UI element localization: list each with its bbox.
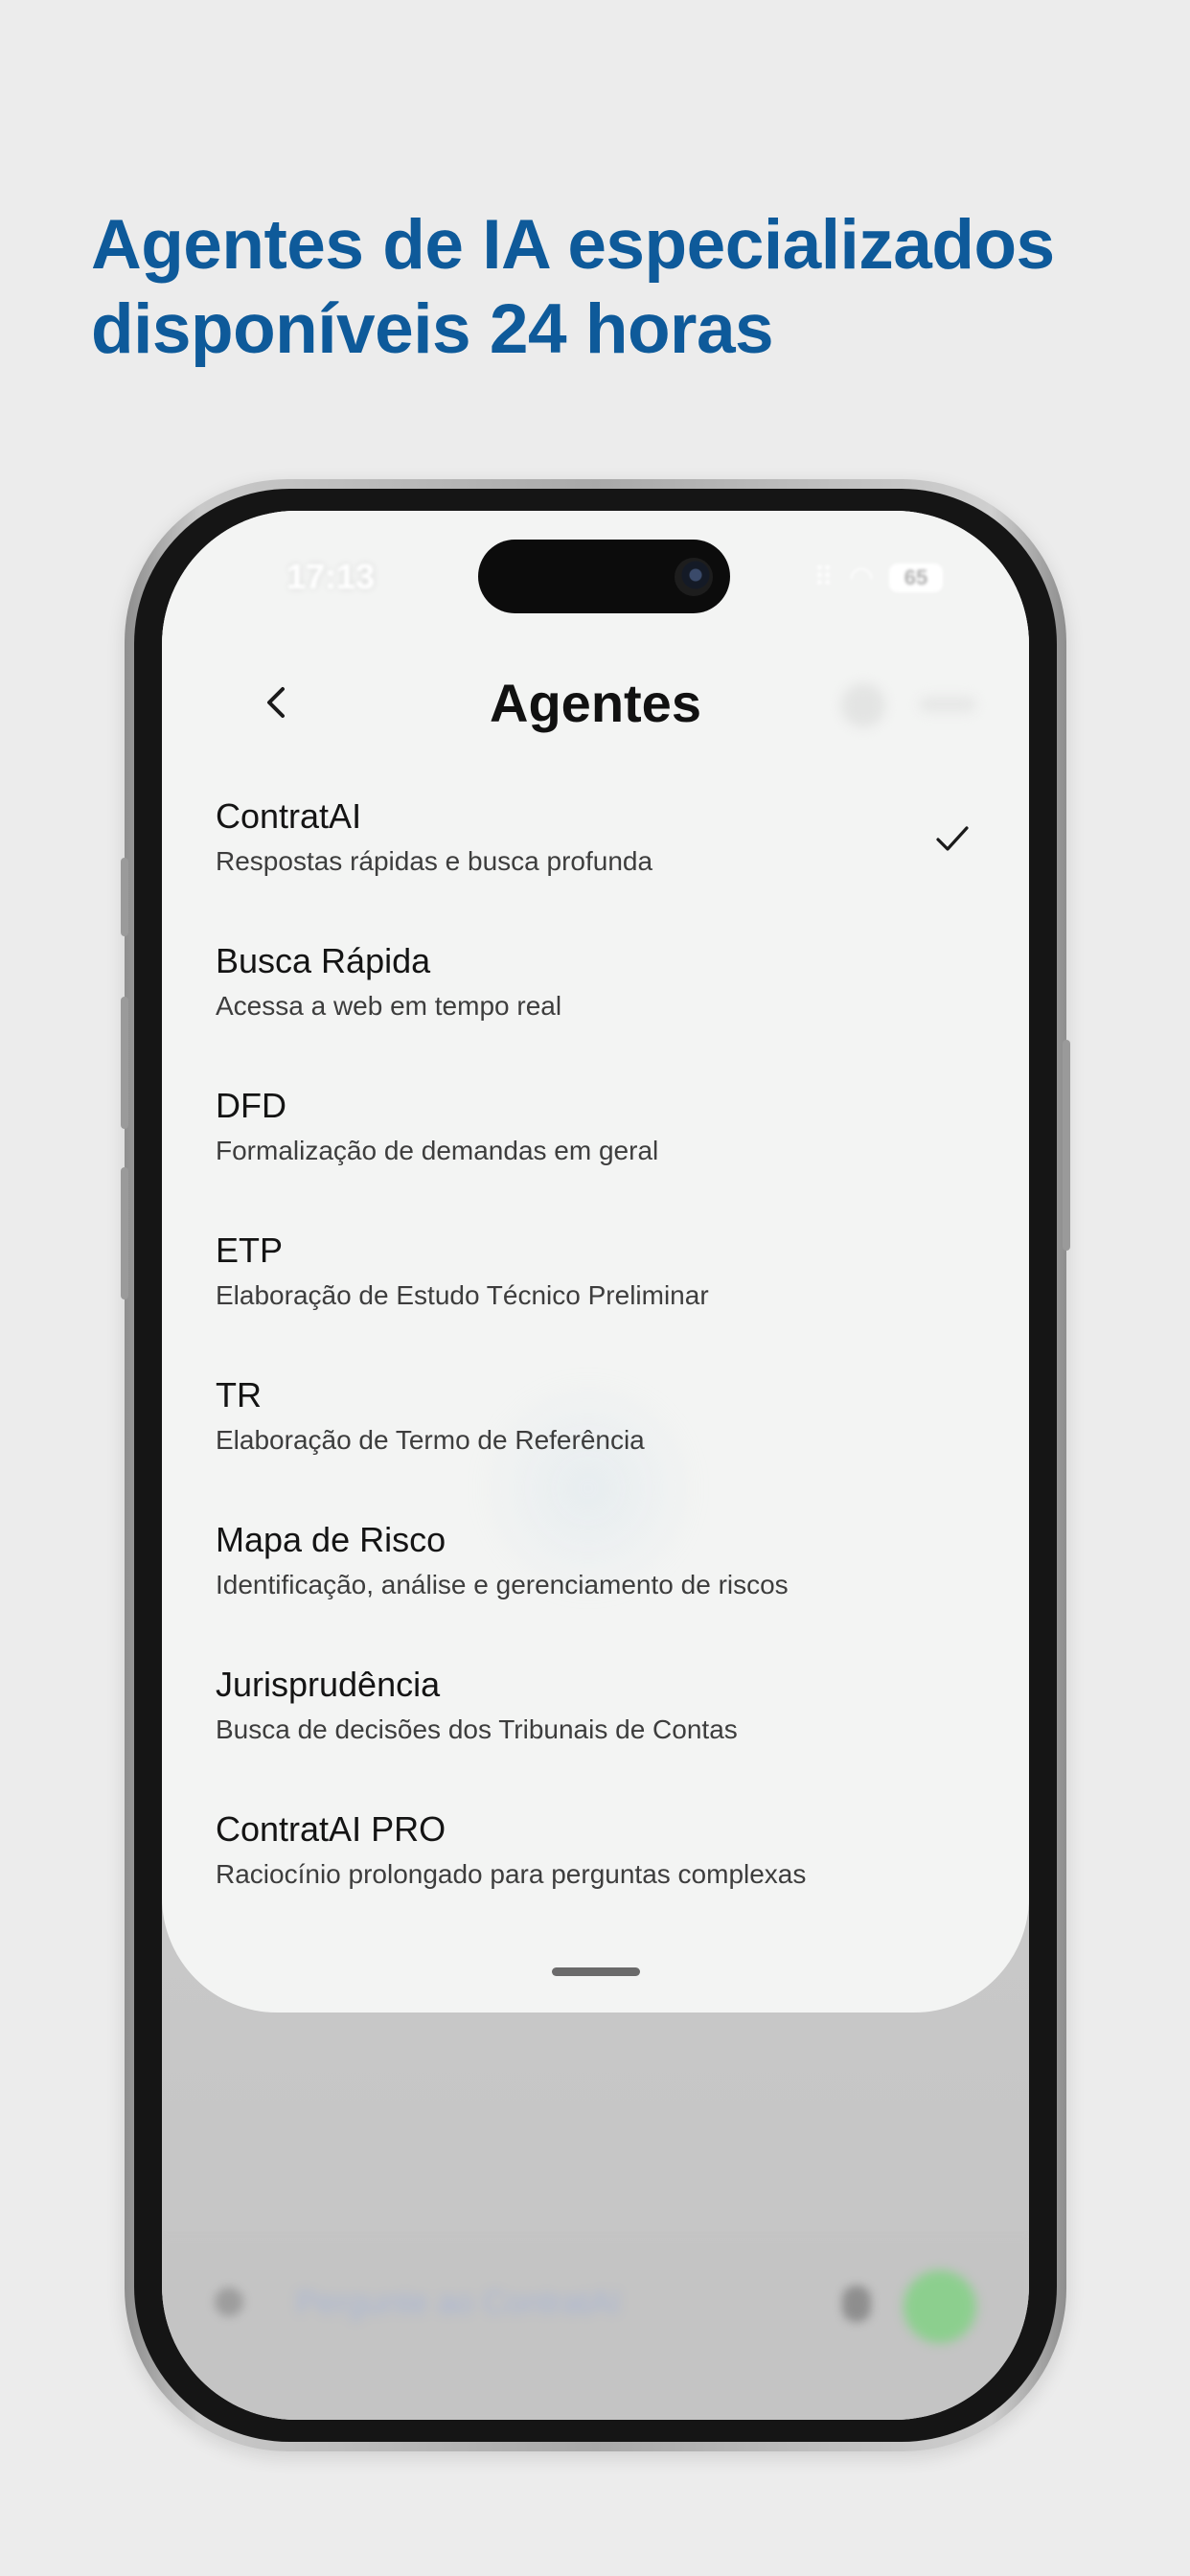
agent-item-jurisprudencia[interactable]: Jurisprudência Busca de decisões dos Tri… [162,1657,1029,1802]
agent-name: Jurisprudência [216,1665,441,1704]
agents-sheet: 17:13 ⠿ ◠ 65 Agentes ContratAI Respostas… [162,511,1029,2012]
status-time: 17:13 [286,557,376,596]
agent-description: Formalização de demandas em geral [216,1136,659,1165]
agent-name: ContratAI PRO [216,1809,446,1849]
agent-item-etp[interactable]: ETP Elaboração de Estudo Técnico Prelimi… [162,1223,1029,1368]
agent-name: Mapa de Risco [216,1520,446,1559]
agent-description: Identificação, análise e gerenciamento d… [216,1570,789,1599]
action-button [121,858,128,936]
volume-down-button [121,1167,128,1300]
chat-input-bar: Pergunte ao ContratAI [162,2238,1029,2420]
menu-icon[interactable] [919,697,976,712]
battery-icon: 65 [889,563,943,592]
status-bar: 17:13 ⠿ ◠ 65 [162,511,1029,626]
agent-item-busca-rapida[interactable]: Busca Rápida Acessa a web em tempo real [162,933,1029,1078]
camera-icon [675,558,713,596]
agent-description: Elaboração de Estudo Técnico Preliminar [216,1280,709,1310]
nav-bar: Agentes [162,626,1029,779]
send-button[interactable] [904,2270,976,2343]
status-icons: ⠿ ◠ 65 [813,561,943,594]
wifi-icon: ◠ [848,562,874,593]
agent-item-tr[interactable]: TR Elaboração de Termo de Referência [162,1368,1029,1512]
agent-name: DFD [216,1086,286,1125]
agent-item-mapa-de-risco[interactable]: Mapa de Risco Identificação, análise e g… [162,1512,1029,1657]
agent-item-contratai[interactable]: ContratAI Respostas rápidas e busca prof… [162,789,1029,933]
page-title: Agentes [490,673,701,733]
agent-list: ContratAI Respostas rápidas e busca prof… [162,789,1029,1946]
phone-body: Pergunte ao ContratAI 17:13 ⠿ ◠ 65 Agent… [134,489,1057,2442]
agent-name: Busca Rápida [216,941,431,980]
agent-description: Acessa a web em tempo real [216,991,562,1021]
agent-description: Elaboração de Termo de Referência [216,1425,645,1455]
agent-item-contratai-pro[interactable]: ContratAI PRO Raciocínio prolongado para… [162,1802,1029,1946]
microphone-icon[interactable] [842,2286,871,2322]
agent-description: Raciocínio prolongado para perguntas com… [216,1859,807,1889]
agent-name: ETP [216,1230,284,1270]
headline: Agentes de IA especializados disponíveis… [91,203,1145,372]
plus-icon[interactable] [215,2288,243,2316]
volume-up-button [121,997,128,1129]
agent-description: Respostas rápidas e busca profunda [216,846,653,876]
power-button [1063,1040,1070,1251]
chat-input[interactable]: Pergunte ao ContratAI [296,2276,833,2330]
agent-name: ContratAI [216,796,362,836]
headline-line-2: disponíveis 24 horas [91,290,774,368]
phone-screen: Pergunte ao ContratAI 17:13 ⠿ ◠ 65 Agent… [162,511,1029,2420]
checkmark-icon [929,816,975,862]
sheet-grabber[interactable] [551,1967,640,1976]
headline-line-1: Agentes de IA especializados [91,206,1055,284]
cellular-icon: ⠿ [813,563,834,592]
agent-item-dfd[interactable]: DFD Formalização de demandas em geral [162,1078,1029,1223]
phone-frame: Pergunte ao ContratAI 17:13 ⠿ ◠ 65 Agent… [121,479,1070,2451]
agent-description: Busca de decisões dos Tribunais de Conta… [216,1714,738,1744]
promo-page: Agentes de IA especializados disponíveis… [0,0,1190,2576]
agent-name: TR [216,1375,262,1414]
avatar[interactable] [841,683,885,727]
dynamic-island [478,540,730,613]
